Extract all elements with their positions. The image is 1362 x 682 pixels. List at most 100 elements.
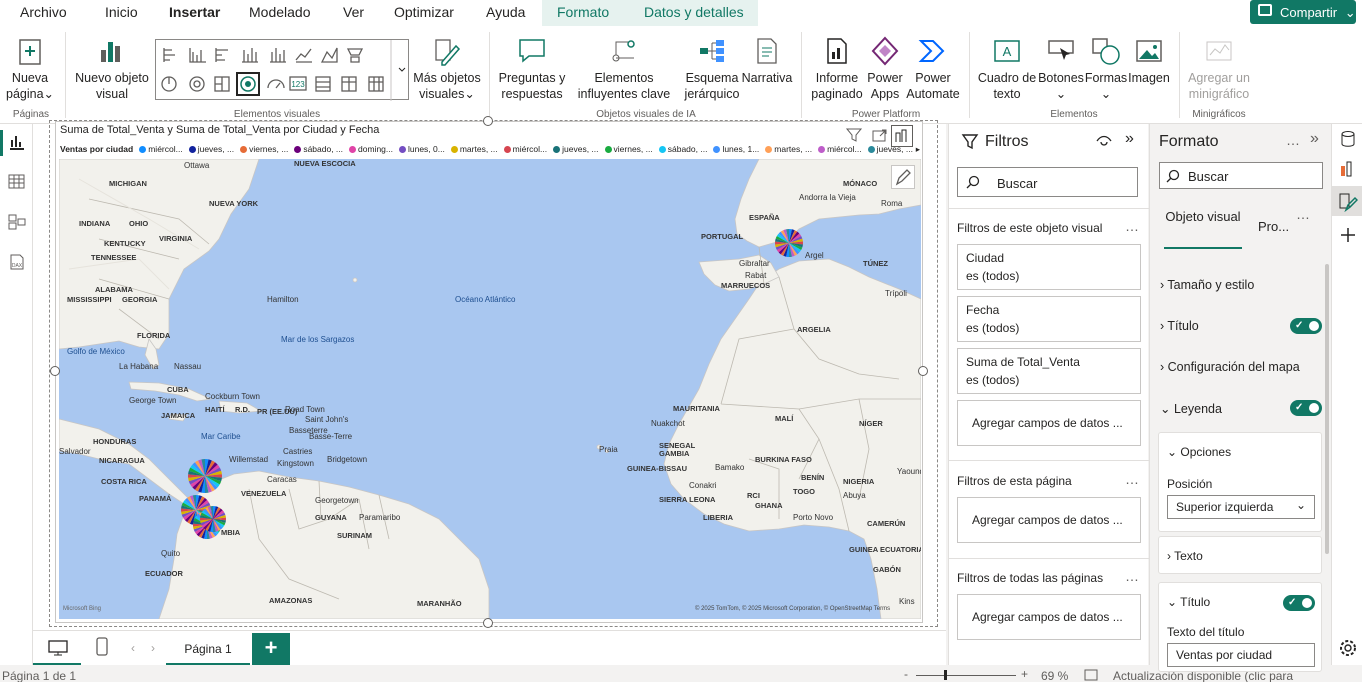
next-page-icon[interactable]: › [151,641,155,655]
menu-inicio[interactable]: Inicio [105,4,138,20]
add-page-button[interactable]: + [252,633,290,665]
menu-formato[interactable]: Formato [557,4,609,20]
map-draw-tool[interactable] [891,165,915,189]
pie-marker[interactable] [200,506,226,532]
resize-handle-top[interactable] [483,116,493,126]
filter-card-fecha[interactable]: Fecha es (todos) [957,296,1141,342]
focus-mode-icon[interactable] [871,127,889,143]
model-view-icon[interactable] [8,214,26,230]
legend-text-card[interactable]: › Texto [1158,536,1322,574]
page-add-fields-well[interactable]: Agregar campos de datos ... [957,497,1141,543]
textbox-button[interactable]: A Cuadro de texto [976,36,1038,102]
fit-to-page-icon[interactable] [1084,669,1098,681]
zoom-slider-thumb[interactable] [944,670,947,680]
legend-item[interactable]: sábado, ... [658,144,707,154]
resize-handle-right[interactable] [918,366,928,376]
pie-marker[interactable] [775,229,803,257]
visual-add-fields-well[interactable]: Agregar campos de datos ... [957,400,1141,446]
format-scrollbar[interactable] [1325,264,1329,554]
legend-item[interactable]: martes, ... [765,144,812,154]
power-automate-button[interactable]: Power Automate [904,36,962,102]
filter-card-ciudad[interactable]: Ciudad es (todos) [957,244,1141,290]
menu-ver[interactable]: Ver [343,4,364,20]
add-pane-icon[interactable] [1339,226,1357,244]
format-tabs-more[interactable]: … [1296,206,1311,222]
format-pane-icon[interactable] [1338,192,1358,212]
filter-icon[interactable] [845,127,863,143]
zoom-out-button[interactable]: - [904,667,908,681]
prev-page-icon[interactable]: ‹ [131,641,135,655]
tab-visual[interactable]: Objeto visual [1164,207,1242,226]
menu-optimizar[interactable]: Optimizar [394,4,454,20]
zoom-slider[interactable] [916,675,1016,676]
menu-archivo[interactable]: Archivo [20,4,67,20]
resize-handle-left[interactable] [50,366,60,376]
page-tab-1[interactable]: Página 1 [166,631,250,666]
visualizations-pane-icon[interactable] [1339,160,1357,178]
menu-modelado[interactable]: Modelado [249,4,311,20]
tab-general[interactable]: Pro... [1258,219,1289,234]
position-dropdown[interactable]: Superior izquierda ⌄ [1167,495,1315,519]
report-view-icon[interactable] [8,134,26,150]
all-pages-add-fields-well[interactable]: Agregar campos de datos ... [957,594,1141,640]
legend-item[interactable]: viernes, ... [240,144,288,154]
qa-button[interactable]: Preguntas y respuestas [496,36,568,102]
share-button[interactable]: Compartir ⌄ [1250,0,1356,24]
collapse-format-icon[interactable]: » [1310,130,1319,148]
bing-map[interactable]: MICHIGAN Ottawa NUEVA ESCOCIA NUEVA YORK IND… [59,159,921,619]
legend-next-icon[interactable]: ▸ [912,144,920,155]
resize-handle-bottom[interactable] [483,618,493,628]
settings-gear-icon[interactable] [1338,638,1358,658]
format-more[interactable]: … [1286,132,1301,148]
title-text-input[interactable]: Ventas por ciudad [1167,643,1315,667]
more-options-visual[interactable] [891,125,913,147]
mobile-layout-icon[interactable] [95,637,109,657]
legend-item[interactable]: sábado, ... [294,144,343,154]
section-title[interactable]: › Título [1160,319,1199,333]
title-toggle[interactable]: ✓ [1290,318,1322,334]
new-visual-button[interactable]: Nuevo objeto visual [72,36,152,102]
more-visuals-button[interactable]: Más objetos visuales⌄ [412,36,482,102]
narrative-button[interactable]: Narrativa [740,36,794,86]
menu-ayuda[interactable]: Ayuda [486,4,525,20]
legend-title-toggle[interactable]: ✓ [1283,595,1315,611]
section-legend[interactable]: ⌄ Leyenda [1160,401,1222,416]
eye-icon[interactable] [1096,135,1112,147]
desktop-layout-icon[interactable] [47,639,69,657]
legend-item[interactable]: lunes, 1... [713,144,759,154]
visual-filters-more[interactable]: … [1125,218,1140,234]
new-page-button[interactable]: Nueva página⌄ [6,36,54,102]
key-influencers-button[interactable]: Elementos influyentes clave [564,36,684,102]
pie-marker[interactable] [188,459,222,493]
zoom-in-button[interactable]: + [1021,667,1028,681]
data-pane-icon[interactable] [1339,130,1357,148]
legend-item[interactable]: viernes, ... [604,144,653,154]
legend-item[interactable]: miércol... [139,144,183,154]
section-map-settings[interactable]: › Configuración del mapa [1160,360,1300,374]
menu-insertar[interactable]: Insertar [169,4,220,20]
options-header[interactable]: ⌄ Opciones [1167,445,1231,459]
legend-item[interactable]: miércol... [503,144,547,154]
paginated-report-button[interactable]: Informe paginado [808,36,866,102]
buttons-button[interactable]: Botones ⌄ [1036,36,1086,102]
decomp-tree-button[interactable]: Esquema jerárquico [682,36,742,102]
all-pages-filters-more[interactable]: … [1125,568,1140,584]
map-visual[interactable]: Suma de Total_Venta y Suma de Total_Vent… [55,121,923,623]
menu-datos-detalles[interactable]: Datos y detalles [644,4,744,20]
power-apps-button[interactable]: Power Apps [864,36,906,102]
shapes-button[interactable]: Formas ⌄ [1084,36,1128,102]
legend-item[interactable]: jueves, ... [553,144,599,154]
legend-title-header[interactable]: ⌄ Título [1167,595,1210,609]
format-search-input[interactable]: Buscar [1159,162,1323,189]
legend-item[interactable]: miércol... [818,144,862,154]
section-size-style[interactable]: › Tamaño y estilo [1160,278,1254,292]
legend-item[interactable]: lunes, 0... [398,144,445,154]
dax-query-icon[interactable]: DAX [8,254,26,270]
table-view-icon[interactable] [8,174,26,190]
image-button[interactable]: Imagen [1126,36,1172,86]
filters-search-input[interactable]: Buscar [957,167,1138,197]
page-filters-more[interactable]: … [1125,471,1140,487]
legend-item[interactable]: martes, ... [450,144,498,154]
legend-item[interactable]: jueves, ... [188,144,234,154]
filter-card-suma[interactable]: Suma de Total_Venta es (todos) [957,348,1141,394]
